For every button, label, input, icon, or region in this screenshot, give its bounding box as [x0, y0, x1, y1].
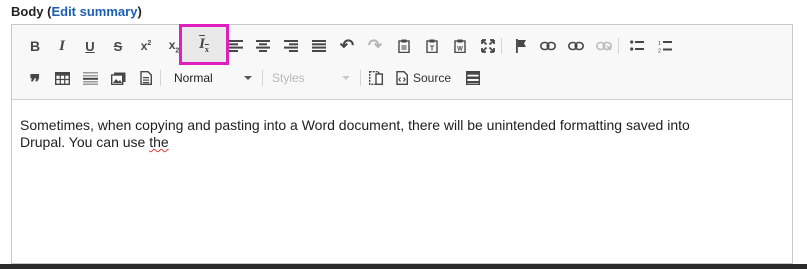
bold-icon: B	[29, 38, 41, 54]
horizontal-rule-button[interactable]	[79, 67, 101, 89]
blockquote-icon: ❞	[29, 71, 41, 94]
document-icon	[140, 71, 152, 85]
link-button[interactable]	[537, 35, 559, 57]
flag-icon	[516, 39, 526, 53]
redo-button[interactable]: ↷	[364, 35, 386, 57]
content-line-2: Drupal. You can use the	[20, 134, 780, 151]
show-blocks-icon	[369, 71, 383, 85]
misspelled-word: the	[149, 134, 169, 150]
maximize-button[interactable]	[477, 35, 499, 57]
rich-text-editor: B I U S x2 x2 Ix ↶ ↷ T W 1 2 ❞ Normal St…	[11, 24, 793, 264]
styles-select[interactable]: Styles	[266, 67, 356, 89]
numbered-list-button[interactable]: 12	[654, 35, 676, 57]
bold-button[interactable]: B	[24, 35, 46, 57]
toolbar-separator	[618, 38, 619, 54]
italic-button[interactable]: I	[51, 35, 73, 57]
toolbar-separator	[160, 70, 161, 86]
editor-content[interactable]: Sometimes, when copying and pasting into…	[20, 117, 780, 151]
bottom-bar	[0, 264, 807, 269]
bulleted-list-icon	[630, 40, 644, 51]
body-label-text: Body	[11, 4, 44, 19]
anchor-button[interactable]	[510, 35, 532, 57]
align-right-icon	[284, 40, 298, 52]
show-blocks-button[interactable]	[365, 67, 387, 89]
toolbar-separator	[360, 70, 361, 86]
underline-icon: U	[85, 38, 95, 54]
link-icon	[540, 41, 556, 51]
subscript-button[interactable]: x2	[163, 35, 185, 57]
strikethrough-button[interactable]: S	[107, 35, 129, 57]
superscript-button[interactable]: x2	[135, 35, 157, 57]
label-paren-close: )	[137, 4, 142, 19]
maximize-icon	[481, 39, 495, 53]
editor-toolbar: B I U S x2 x2 Ix ↶ ↷ T W 1 2 ❞ Normal St…	[12, 24, 792, 100]
format-select[interactable]: Normal	[168, 67, 258, 89]
redo-icon: ↷	[367, 36, 383, 55]
svg-text:W: W	[457, 47, 463, 53]
align-center-icon	[256, 40, 270, 52]
format-select-value: Normal	[174, 71, 213, 85]
paste-text-icon: T	[426, 39, 438, 53]
svg-text:T: T	[430, 46, 435, 53]
blockquote-button[interactable]: ❞	[24, 67, 46, 94]
justify-button[interactable]	[308, 35, 330, 57]
image-icon	[110, 72, 125, 85]
align-right-button[interactable]	[280, 35, 302, 57]
image-button[interactable]	[107, 67, 129, 89]
table-button[interactable]	[51, 67, 73, 89]
unlink-icon	[596, 41, 612, 51]
superscript-icon: x2	[140, 39, 152, 53]
remove-format-button[interactable]: Ix	[193, 34, 215, 56]
unlink-button[interactable]	[593, 35, 615, 57]
bulleted-list-button[interactable]	[626, 35, 648, 57]
svg-text:2: 2	[658, 48, 661, 53]
edit-summary-link[interactable]: Edit summary	[51, 4, 137, 19]
remove-format-icon: Ix	[199, 36, 209, 54]
page-right-edge	[803, 0, 807, 264]
numbered-list-icon: 12	[658, 40, 672, 53]
toolbar-separator	[262, 70, 263, 86]
source-icon	[396, 71, 408, 85]
paste-text-button[interactable]: T	[421, 35, 443, 57]
paste-word-icon: W	[454, 39, 466, 53]
chevron-down-icon	[244, 76, 252, 80]
paste-word-button[interactable]: W	[449, 35, 471, 57]
styles-select-value: Styles	[272, 71, 305, 85]
italic-icon: I	[59, 37, 65, 54]
horizontal-rule-icon	[82, 71, 98, 85]
template-icon	[466, 71, 480, 85]
align-left-button[interactable]	[225, 35, 247, 57]
document-button[interactable]	[135, 67, 157, 89]
align-center-button[interactable]	[252, 35, 274, 57]
chevron-down-icon	[342, 76, 350, 80]
strikethrough-icon: S	[113, 38, 123, 54]
toolbar-separator	[501, 38, 502, 54]
link-alt-button[interactable]	[565, 35, 587, 57]
paste-button[interactable]	[393, 35, 415, 57]
link-icon	[568, 41, 584, 51]
template-button[interactable]	[462, 67, 484, 89]
source-button[interactable]: Source	[393, 67, 458, 89]
table-icon	[54, 71, 70, 85]
paste-icon	[398, 39, 410, 53]
underline-button[interactable]: U	[79, 35, 101, 57]
undo-button[interactable]: ↶	[336, 35, 358, 57]
subscript-icon: x2	[168, 37, 180, 55]
body-field-label: Body (Edit summary)	[11, 4, 142, 19]
content-line-2-text: Drupal. You can use	[20, 134, 150, 150]
source-label: Source	[413, 71, 452, 85]
svg-text:1: 1	[658, 41, 661, 47]
content-line-1: Sometimes, when copying and pasting into…	[20, 117, 690, 133]
undo-icon: ↶	[339, 36, 355, 55]
justify-icon	[312, 40, 326, 52]
align-left-icon	[229, 40, 243, 52]
